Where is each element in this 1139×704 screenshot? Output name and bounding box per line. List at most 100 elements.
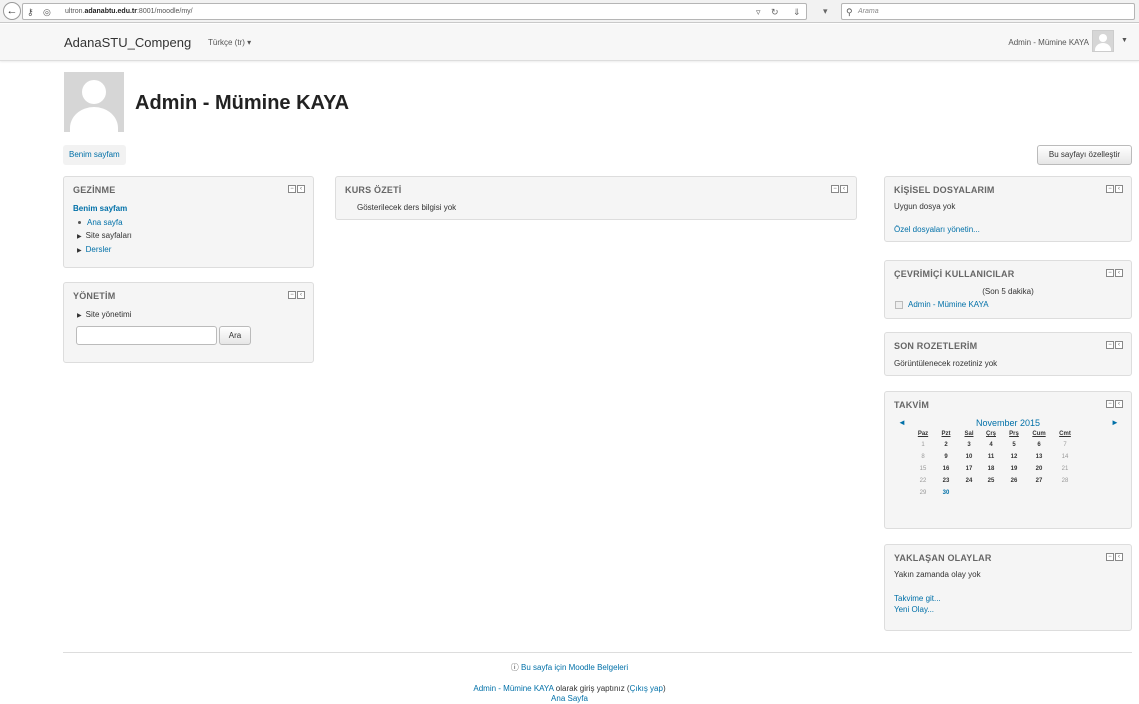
dock-icon[interactable]: ‹ bbox=[297, 185, 305, 193]
dock-icon[interactable]: ‹ bbox=[840, 185, 848, 193]
new-event-link[interactable]: Yeni Olay... bbox=[894, 605, 934, 615]
block-title: KURS ÖZETİ bbox=[345, 185, 402, 195]
moodle-docs-link[interactable]: Bu sayfa için Moodle Belgeleri bbox=[521, 663, 628, 672]
calendar-day[interactable]: 20 bbox=[1028, 466, 1050, 472]
calendar-day[interactable]: 18 bbox=[980, 466, 1002, 472]
calendar-next-icon[interactable]: ► bbox=[1111, 418, 1119, 428]
back-icon[interactable]: ← bbox=[3, 2, 21, 20]
collapse-icon[interactable]: − bbox=[1106, 400, 1114, 408]
collapse-icon[interactable]: − bbox=[1106, 553, 1114, 561]
expand-arrow-icon: ▶ bbox=[77, 313, 82, 319]
calendar-day[interactable]: 14 bbox=[1054, 454, 1076, 460]
language-menu[interactable]: Türkçe (tr) ▾ bbox=[208, 38, 251, 48]
collapse-icon[interactable]: − bbox=[831, 185, 839, 193]
calendar-day[interactable]: 2 bbox=[935, 442, 957, 448]
nav-my-home[interactable]: Benim sayfam bbox=[73, 204, 127, 214]
calendar-day[interactable]: 7 bbox=[1054, 442, 1076, 448]
calendar-day[interactable]: 19 bbox=[1003, 466, 1025, 472]
user-menu-name[interactable]: Admin - Mümine KAYA bbox=[1008, 38, 1089, 48]
calendar-day[interactable]: 10 bbox=[958, 454, 980, 460]
nav-link[interactable]: Ana sayfa bbox=[87, 218, 123, 227]
calendar-day[interactable]: 1 bbox=[912, 442, 934, 448]
footer-home-link[interactable]: Ana Sayfa bbox=[551, 694, 588, 703]
block-controls: − ‹ bbox=[1106, 269, 1123, 277]
latest-badges-block: SON ROZETLERİM − ‹ Görüntülenecek rozetin… bbox=[884, 332, 1132, 376]
nav-link[interactable]: Dersler bbox=[86, 245, 112, 254]
admin-site-administration[interactable]: ▶ Site yönetimi bbox=[77, 310, 131, 321]
calendar-day[interactable]: 15 bbox=[912, 466, 934, 472]
dock-icon[interactable]: ‹ bbox=[1115, 341, 1123, 349]
admin-search-button[interactable]: Ara bbox=[219, 326, 251, 345]
nav-item-courses[interactable]: ▶ Dersler bbox=[77, 245, 111, 256]
collapse-icon[interactable]: − bbox=[1106, 341, 1114, 349]
page-title: Admin - Mümine KAYA bbox=[135, 92, 350, 114]
block-title: YAKLAŞAN OLAYLAR bbox=[894, 553, 992, 563]
nav-label: Site sayfaları bbox=[85, 231, 132, 240]
calendar-day[interactable]: 13 bbox=[1028, 454, 1050, 460]
block-controls: − ‹ bbox=[288, 291, 305, 299]
download-icon[interactable]: ⇓ bbox=[793, 6, 801, 18]
calendar-day[interactable]: 6 bbox=[1028, 442, 1050, 448]
calendar-weekday: Cmt bbox=[1059, 431, 1071, 437]
user-avatar-icon[interactable] bbox=[1092, 30, 1114, 52]
calendar-day[interactable]: 23 bbox=[935, 478, 957, 484]
chevron-down-icon[interactable]: ▼ bbox=[1121, 37, 1128, 44]
calendar-month[interactable]: November 2015 bbox=[885, 418, 1131, 428]
user-avatar-icon bbox=[895, 300, 903, 309]
chevron-down-icon[interactable]: ▾ bbox=[823, 5, 828, 17]
calendar-day[interactable]: 27 bbox=[1028, 478, 1050, 484]
info-icon: ⓘ bbox=[510, 663, 519, 672]
site-brand[interactable]: AdanaSTU_Compeng bbox=[64, 35, 191, 51]
reload-icon[interactable]: ↻ bbox=[771, 6, 779, 18]
calendar-prev-icon[interactable]: ◄ bbox=[898, 418, 906, 428]
go-to-calendar-link[interactable]: Takvime git... bbox=[894, 594, 941, 604]
logout-link[interactable]: Çıkış yap bbox=[630, 684, 663, 693]
footer-docs[interactable]: ⓘ Bu sayfa için Moodle Belgeleri bbox=[0, 663, 1139, 673]
calendar-day[interactable]: 8 bbox=[912, 454, 934, 460]
collapse-icon[interactable]: − bbox=[1106, 185, 1114, 193]
dock-icon[interactable]: ‹ bbox=[297, 291, 305, 299]
nav-item-site-pages[interactable]: ▶ Site sayfaları bbox=[77, 231, 132, 242]
collapse-icon[interactable]: − bbox=[288, 185, 296, 193]
manage-files-link[interactable]: Özel dosyaları yönetin... bbox=[894, 225, 980, 235]
nav-item-home[interactable]: Ana sayfa bbox=[78, 218, 123, 228]
browser-toolbar: ← ⚷ ◎ ultron.adanabtu.edu.tr:8001/moodle… bbox=[0, 0, 1139, 23]
calendar-day[interactable]: 3 bbox=[958, 442, 980, 448]
nav-label: Site yönetimi bbox=[85, 310, 132, 319]
navigation-block: GEZİNME − ‹ Benim sayfam Ana sayfa ▶ Site … bbox=[63, 176, 314, 268]
dock-icon[interactable]: ‹ bbox=[1115, 269, 1123, 277]
calendar-day[interactable]: 21 bbox=[1054, 466, 1076, 472]
footer-login-text: olarak giriş yaptınız ( bbox=[553, 684, 630, 693]
bullet-icon bbox=[78, 221, 81, 225]
calendar-day[interactable]: 26 bbox=[1003, 478, 1025, 484]
calendar-day[interactable]: 22 bbox=[912, 478, 934, 484]
online-user-link[interactable]: Admin - Mümine KAYA bbox=[908, 300, 989, 309]
calendar-day[interactable]: 25 bbox=[980, 478, 1002, 484]
breadcrumb[interactable]: Benim sayfam bbox=[63, 145, 126, 165]
online-user[interactable]: Admin - Mümine KAYA bbox=[895, 300, 989, 310]
calendar-day[interactable]: 16 bbox=[935, 466, 957, 472]
calendar-day[interactable]: 5 bbox=[1003, 442, 1025, 448]
url-bar[interactable]: ⚷ ◎ ultron.adanabtu.edu.tr:8001/moodle/m… bbox=[22, 3, 807, 20]
dock-icon[interactable]: ‹ bbox=[1115, 553, 1123, 561]
collapse-icon[interactable]: − bbox=[1106, 269, 1114, 277]
calendar-day[interactable]: 28 bbox=[1054, 478, 1076, 484]
calendar-weekday: Cum bbox=[1032, 431, 1046, 437]
customize-page-button[interactable]: Bu sayfayı özelleştir bbox=[1037, 145, 1132, 165]
dropdown-icon[interactable]: ▿ bbox=[756, 6, 761, 18]
calendar-day[interactable]: 11 bbox=[980, 454, 1002, 460]
calendar-day[interactable]: 12 bbox=[1003, 454, 1025, 460]
calendar-day[interactable]: 9 bbox=[935, 454, 957, 460]
expand-arrow-icon: ▶ bbox=[77, 234, 82, 240]
dock-icon[interactable]: ‹ bbox=[1115, 185, 1123, 193]
collapse-icon[interactable]: − bbox=[288, 291, 296, 299]
dock-icon[interactable]: ‹ bbox=[1115, 400, 1123, 408]
calendar-day[interactable]: 29 bbox=[912, 490, 934, 496]
calendar-day[interactable]: 24 bbox=[958, 478, 980, 484]
calendar-day[interactable]: 30 bbox=[935, 490, 957, 496]
calendar-day[interactable]: 17 bbox=[958, 466, 980, 472]
admin-search-input[interactable] bbox=[76, 326, 217, 345]
footer-user-link[interactable]: Admin - Mümine KAYA bbox=[473, 684, 553, 693]
calendar-day[interactable]: 4 bbox=[980, 442, 1002, 448]
browser-search-input[interactable]: ⚲ Arama bbox=[841, 3, 1135, 20]
